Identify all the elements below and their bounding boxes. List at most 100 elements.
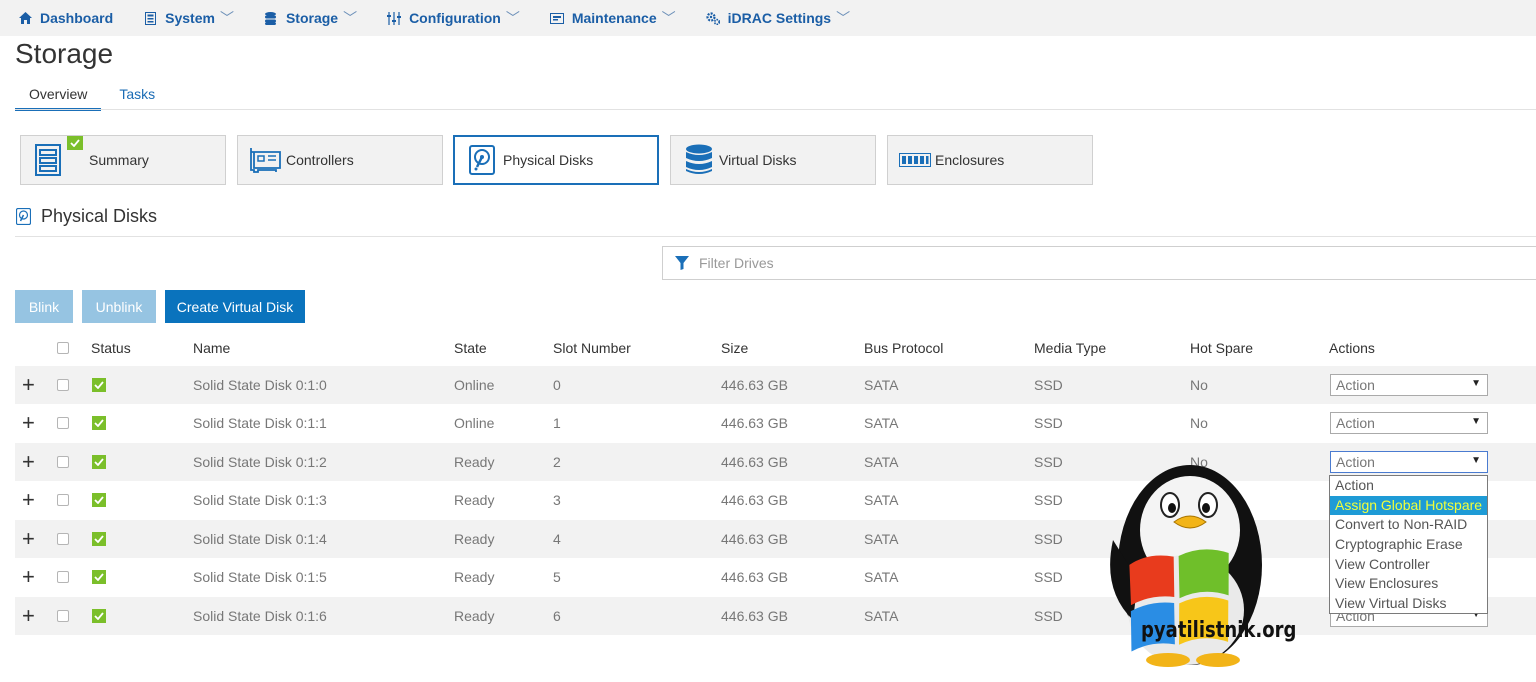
expand-icon[interactable]: + (22, 528, 35, 550)
tile-summary[interactable]: Summary (20, 135, 226, 185)
hard-disk-icon (16, 208, 31, 225)
cell-slot: 6 (553, 608, 561, 624)
cell-state: Ready (454, 608, 495, 624)
col-name[interactable]: Name (193, 340, 230, 356)
row-checkbox[interactable] (57, 456, 69, 468)
nav-configuration[interactable]: Configuration ﹀ (387, 8, 520, 28)
row-checkbox[interactable] (57, 494, 69, 506)
action-select[interactable]: Action ▼ (1330, 374, 1488, 396)
controller-card-icon (248, 146, 282, 174)
create-virtual-disk-button[interactable]: Create Virtual Disk (165, 290, 305, 323)
nav-maintenance[interactable]: Maintenance ﹀ (549, 8, 676, 28)
tile-controllers[interactable]: Controllers (237, 135, 443, 185)
tab-overview[interactable]: Overview (15, 84, 102, 111)
expand-icon[interactable]: + (22, 412, 35, 434)
chevron-down-icon: ﹀ (343, 10, 358, 26)
status-ok-icon (92, 609, 106, 623)
col-hot-spare[interactable]: Hot Spare (1190, 340, 1253, 356)
cell-size: 446.63 GB (721, 415, 788, 431)
tile-label: Summary (89, 152, 149, 168)
status-ok-icon (92, 493, 106, 507)
tile-virtual-disks[interactable]: Virtual Disks (670, 135, 876, 185)
monitor-icon (549, 11, 564, 25)
row-checkbox[interactable] (57, 533, 69, 545)
cell-name: Solid State Disk 0:1:1 (193, 415, 327, 431)
cell-media: SSD (1034, 454, 1063, 470)
cell-bus: SATA (864, 377, 899, 393)
action-dropdown-menu: Action Assign Global Hotspare Convert to… (1329, 475, 1488, 614)
dropdown-option[interactable]: Cryptographic Erase (1330, 535, 1487, 555)
cell-hot-spare: No (1190, 415, 1208, 431)
cell-slot: 0 (553, 377, 561, 393)
cell-slot: 4 (553, 531, 561, 547)
chevron-down-icon: ﹀ (661, 10, 676, 26)
select-all-checkbox[interactable] (57, 342, 69, 354)
tile-enclosures[interactable]: Enclosures (887, 135, 1093, 185)
filter-placeholder: Filter Drives (699, 255, 774, 271)
cell-bus: SATA (864, 569, 899, 585)
cell-media: SSD (1034, 377, 1063, 393)
col-media-type[interactable]: Media Type (1034, 340, 1106, 356)
enclosure-icon (899, 153, 931, 167)
watermark-text: pyatilistnik.org (1141, 618, 1297, 643)
tab-tasks[interactable]: Tasks (105, 84, 169, 111)
expand-icon[interactable]: + (22, 451, 35, 473)
tile-label: Controllers (286, 152, 354, 168)
col-bus-protocol[interactable]: Bus Protocol (864, 340, 943, 356)
table-row: + Solid State Disk 0:1:1 Online 1 446.63… (15, 404, 1536, 442)
nav-dashboard[interactable]: Dashboard (18, 10, 113, 26)
row-checkbox[interactable] (57, 610, 69, 622)
check-badge-icon (67, 136, 83, 150)
dropdown-option-highlighted[interactable]: Assign Global Hotspare (1330, 495, 1487, 516)
gears-icon (706, 11, 720, 25)
dropdown-option[interactable]: View Virtual Disks (1330, 594, 1487, 614)
col-slot-number[interactable]: Slot Number (553, 340, 631, 356)
cell-name: Solid State Disk 0:1:5 (193, 569, 327, 585)
action-select[interactable]: Action ▼ (1330, 412, 1488, 434)
nav-label: Storage (285, 10, 339, 26)
nav-label: Maintenance (571, 10, 657, 26)
table-header: Status Name State Slot Number Size Bus P… (15, 332, 1536, 364)
cell-name: Solid State Disk 0:1:2 (193, 454, 327, 470)
cell-state: Ready (454, 569, 495, 585)
caret-down-icon: ▼ (1471, 416, 1481, 427)
cell-media: SSD (1034, 415, 1063, 431)
tile-physical-disks[interactable]: Physical Disks (453, 135, 659, 185)
filter-icon (675, 256, 689, 270)
cell-size: 446.63 GB (721, 454, 788, 470)
tile-label: Physical Disks (503, 152, 594, 168)
col-state[interactable]: State (454, 340, 487, 356)
caret-down-icon: ▼ (1471, 378, 1481, 389)
option-label: Assign Global Hotspare (1335, 496, 1483, 513)
cell-state: Ready (454, 492, 495, 508)
dropdown-option[interactable]: View Controller (1330, 555, 1487, 575)
cell-size: 446.63 GB (721, 531, 788, 547)
nav-storage[interactable]: Storage ﹀ (264, 8, 357, 28)
col-size[interactable]: Size (721, 340, 748, 356)
col-status[interactable]: Status (91, 340, 131, 356)
dropdown-option[interactable]: Action (1330, 476, 1487, 496)
row-checkbox[interactable] (57, 417, 69, 429)
action-select[interactable]: Action ▼ (1330, 451, 1488, 473)
unblink-button[interactable]: Unblink (82, 290, 156, 323)
cell-state: Online (454, 415, 495, 431)
status-ok-icon (92, 532, 106, 546)
cell-hot-spare: No (1190, 377, 1208, 393)
expand-icon[interactable]: + (22, 489, 35, 511)
cell-bus: SATA (864, 531, 899, 547)
nav-system[interactable]: System ﹀ (143, 8, 234, 28)
expand-icon[interactable]: + (22, 566, 35, 588)
blink-button[interactable]: Blink (15, 290, 73, 323)
tile-label: Enclosures (935, 152, 1005, 168)
nav-idrac-settings[interactable]: iDRAC Settings ﹀ (706, 8, 850, 28)
row-checkbox[interactable] (57, 571, 69, 583)
expand-icon[interactable]: + (22, 605, 35, 627)
filter-drives-input[interactable]: Filter Drives (662, 246, 1536, 280)
row-checkbox[interactable] (57, 379, 69, 391)
chevron-down-icon: ﹀ (505, 10, 520, 26)
home-icon (18, 11, 32, 25)
dropdown-option[interactable]: View Enclosures (1330, 574, 1487, 594)
dropdown-option[interactable]: Convert to Non-RAID (1330, 515, 1487, 535)
expand-icon[interactable]: + (22, 374, 35, 396)
nav-label: Dashboard (40, 10, 114, 26)
